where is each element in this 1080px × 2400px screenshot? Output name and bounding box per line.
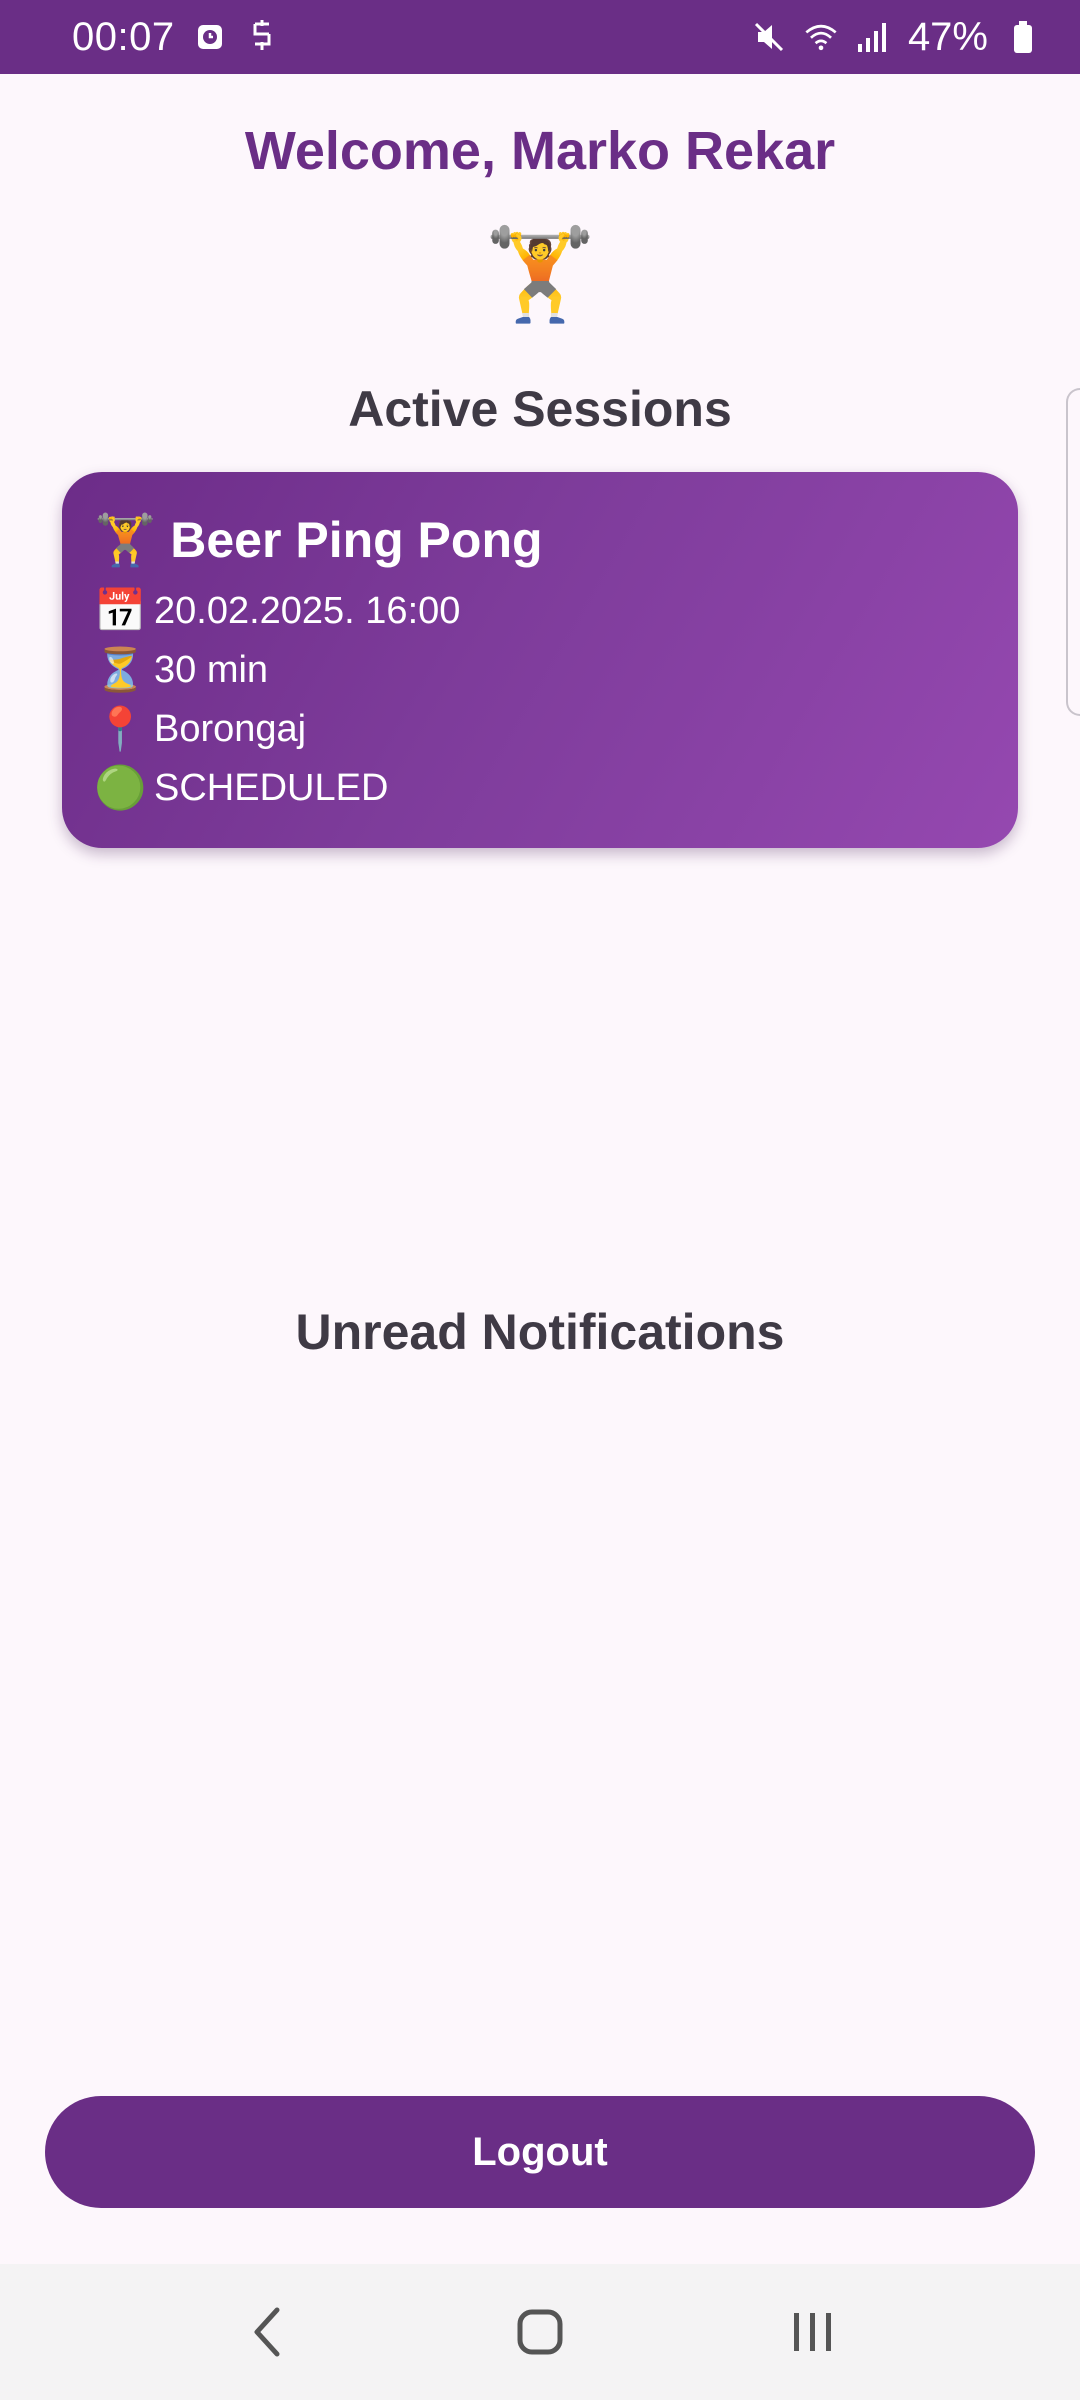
- calendar-icon: 📅: [94, 587, 147, 634]
- back-icon[interactable]: [217, 2282, 317, 2382]
- green-circle-icon: 🟢: [94, 764, 147, 811]
- alarm-icon: [193, 20, 227, 54]
- status-bar: 00:07 47%: [0, 0, 1080, 74]
- recents-icon[interactable]: [763, 2282, 863, 2382]
- logout-button[interactable]: Logout: [45, 2096, 1035, 2208]
- mute-icon: [752, 20, 786, 54]
- session-status-row: 🟢 SCHEDULED: [94, 759, 986, 818]
- page-title: Welcome, Marko Rekar: [244, 121, 836, 181]
- status-time: 00:07: [72, 14, 175, 59]
- session-date-row: 📅 20.02.2025. 16:00: [94, 582, 986, 641]
- session-location-row: 📍 Borongaj: [94, 700, 986, 759]
- accessibility-icon: [245, 20, 279, 54]
- battery-percentage: 47%: [907, 14, 988, 59]
- signal-icon: [856, 20, 890, 54]
- navigation-bar: [0, 2264, 1080, 2400]
- status-right: 47%: [752, 15, 1040, 60]
- weightlifter-icon: 🏋️: [94, 511, 157, 568]
- session-status: SCHEDULED: [154, 767, 389, 809]
- unread-notifications-heading: Unread Notifications: [295, 1304, 785, 1360]
- session-duration-row: ⏳ 30 min: [94, 641, 986, 700]
- weightlifter-icon: 🏋️: [483, 225, 597, 325]
- edge-panel-handle[interactable]: [1066, 388, 1080, 716]
- session-title-row: 🏋️ Beer Ping Pong: [94, 508, 986, 572]
- session-title: Beer Ping Pong: [170, 512, 543, 568]
- hourglass-icon: ⏳: [94, 646, 147, 693]
- session-date: 20.02.2025. 16:00: [154, 590, 461, 632]
- session-location: Borongaj: [154, 708, 307, 750]
- active-sessions-heading: Active Sessions: [348, 381, 732, 437]
- pin-icon: 📍: [94, 705, 147, 752]
- session-card[interactable]: 🏋️ Beer Ping Pong 📅 20.02.2025. 16:00 ⏳ …: [62, 472, 1018, 848]
- status-left: 00:07: [72, 15, 279, 60]
- battery-icon: [1006, 20, 1040, 54]
- home-icon[interactable]: [490, 2282, 590, 2382]
- session-duration: 30 min: [154, 649, 269, 691]
- wifi-icon: [804, 20, 838, 54]
